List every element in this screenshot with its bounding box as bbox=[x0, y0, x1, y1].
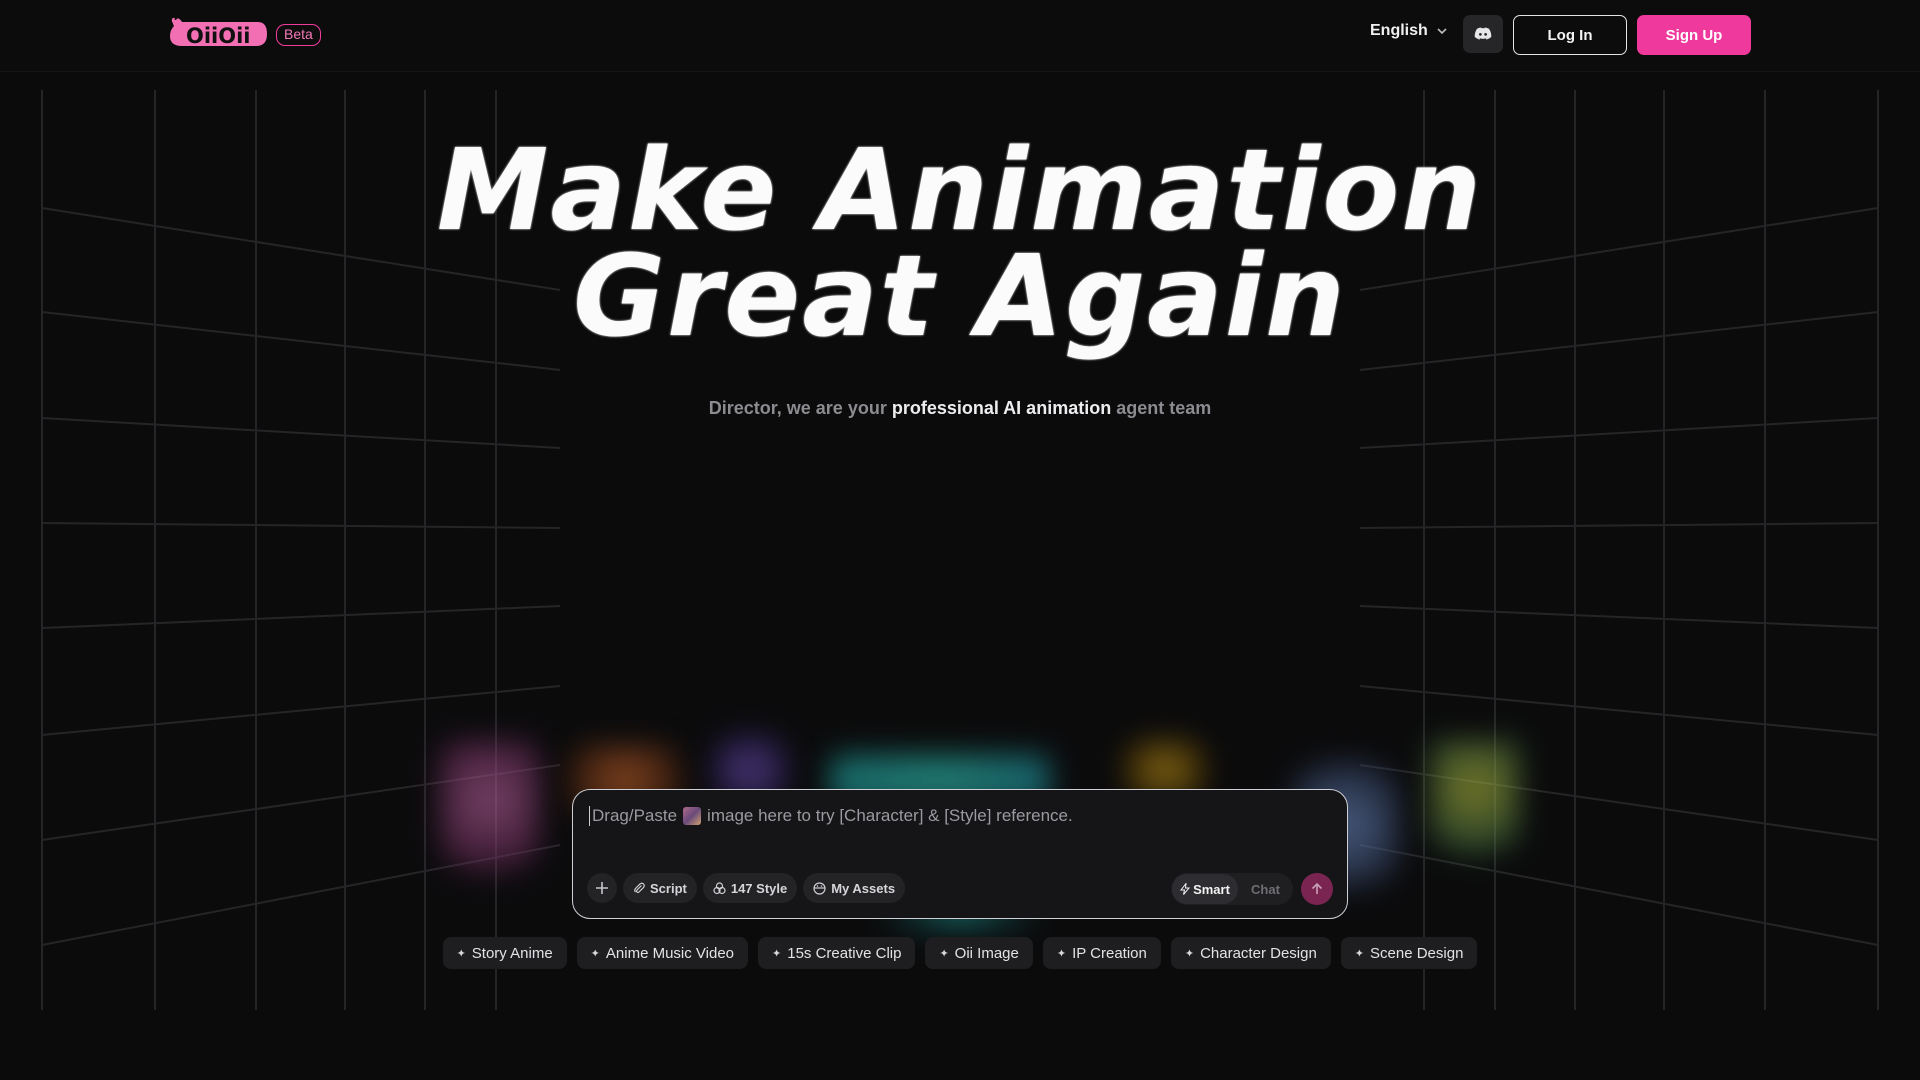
hero-subtitle: Director, we are your professional AI an… bbox=[0, 398, 1920, 419]
discord-icon bbox=[1474, 27, 1492, 40]
chevron-down-icon bbox=[1437, 28, 1447, 35]
logo-area[interactable]: OiiOii Beta bbox=[168, 16, 321, 52]
suggestion-label: IP Creation bbox=[1072, 944, 1147, 962]
sparkle-icon: ✦ bbox=[939, 947, 949, 960]
placeholder-part-2: image here to try [Character] & [Style] … bbox=[707, 806, 1073, 825]
beta-badge: Beta bbox=[276, 24, 321, 46]
hero-title-line-1: Make Animation bbox=[436, 126, 1484, 256]
style-icon bbox=[713, 881, 726, 894]
signup-button[interactable]: Sign Up bbox=[1637, 15, 1751, 55]
suggestion-oii-image[interactable]: ✦ Oii Image bbox=[925, 937, 1033, 969]
style-button[interactable]: 147 Style bbox=[702, 873, 798, 903]
mode-toggle: Smart Chat bbox=[1171, 873, 1293, 905]
plus-icon bbox=[596, 882, 608, 894]
suggestion-15s-creative-clip[interactable]: ✦ 15s Creative Clip bbox=[758, 937, 916, 969]
sparkle-icon: ✦ bbox=[1354, 947, 1365, 960]
language-selector[interactable]: English bbox=[1370, 22, 1448, 40]
suggestion-character-design[interactable]: ✦ Character Design bbox=[1170, 937, 1331, 969]
hero-subtitle-part-1: Director, we are your bbox=[708, 398, 892, 418]
hero-subtitle-strong: professional AI animation bbox=[891, 398, 1112, 418]
assets-icon bbox=[813, 881, 826, 895]
style-label: 147 Style bbox=[730, 880, 788, 896]
mode-chat-button[interactable]: Chat bbox=[1238, 882, 1293, 897]
sparkle-icon: ✦ bbox=[590, 947, 600, 960]
login-button[interactable]: Log In bbox=[1513, 15, 1627, 55]
suggestion-label: Character Design bbox=[1200, 944, 1317, 962]
arrow-up-icon bbox=[1311, 882, 1323, 894]
suggestion-label: Anime Music Video bbox=[605, 944, 735, 962]
sparkle-icon: ✦ bbox=[772, 947, 782, 960]
placeholder-part-1: Drag/Paste bbox=[592, 806, 678, 825]
thumbnail bbox=[1430, 740, 1520, 860]
sparkle-icon: ✦ bbox=[456, 947, 466, 960]
suggestion-scene-design[interactable]: ✦ Scene Design bbox=[1340, 937, 1478, 969]
suggestion-story-anime[interactable]: ✦ Story Anime bbox=[442, 937, 567, 969]
paperclip-icon bbox=[634, 882, 645, 894]
my-assets-label: My Assets bbox=[831, 880, 896, 896]
my-assets-button[interactable]: My Assets bbox=[803, 873, 906, 903]
lightning-icon bbox=[1180, 883, 1191, 895]
thumbnail bbox=[440, 740, 540, 890]
add-attachment-button[interactable] bbox=[587, 873, 617, 903]
sparkle-icon: ✦ bbox=[1056, 947, 1067, 960]
language-label: English bbox=[1370, 22, 1428, 39]
script-button[interactable]: Script bbox=[623, 873, 697, 903]
suggestion-chips: ✦ Story Anime ✦ Anime Music Video ✦ 15s Cre… bbox=[0, 937, 1920, 969]
send-button[interactable] bbox=[1301, 873, 1333, 905]
mode-smart-button[interactable]: Smart bbox=[1172, 874, 1238, 904]
mode-smart-label: Smart bbox=[1193, 881, 1230, 897]
hero-title-line-2: Great Again bbox=[573, 232, 1347, 362]
sparkle-icon: ✦ bbox=[1184, 947, 1195, 960]
suggestion-anime-music-video[interactable]: ✦ Anime Music Video bbox=[576, 937, 749, 969]
suggestion-label: Scene Design bbox=[1370, 944, 1464, 962]
prompt-input[interactable]: Drag/Paste image here to try [Character]… bbox=[589, 806, 1329, 826]
suggestion-label: 15s Creative Clip bbox=[787, 944, 902, 962]
image-emoji-icon bbox=[683, 807, 702, 825]
discord-button[interactable] bbox=[1463, 15, 1503, 53]
suggestion-label: Story Anime bbox=[471, 944, 553, 962]
prompt-box: Drag/Paste image here to try [Character]… bbox=[572, 789, 1348, 919]
suggestion-label: Oii Image bbox=[954, 944, 1019, 962]
script-label: Script bbox=[650, 880, 687, 896]
text-caret bbox=[589, 806, 590, 826]
prompt-toolbar: Script 147 Style My Assets bbox=[587, 873, 906, 903]
logo-text: OiiOii bbox=[186, 24, 251, 48]
hero-title: Make Animation Great Again bbox=[0, 126, 1920, 362]
top-nav: OiiOii Beta English Log In Sign Up bbox=[0, 0, 1920, 72]
hero-subtitle-part-2: agent team bbox=[1111, 398, 1212, 418]
oiioii-logo: OiiOii bbox=[170, 17, 267, 48]
suggestion-ip-creation[interactable]: ✦ IP Creation bbox=[1042, 937, 1161, 969]
